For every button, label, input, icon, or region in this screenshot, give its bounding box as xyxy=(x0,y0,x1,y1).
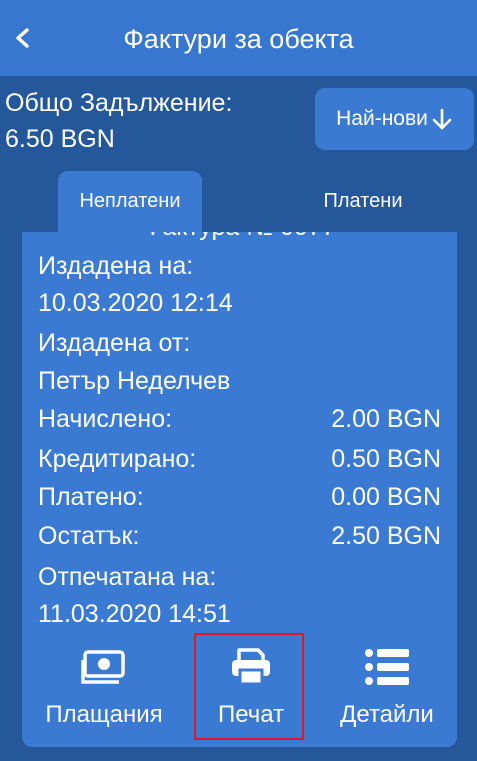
issued-on-value: 10.03.2020 12:14 xyxy=(38,289,233,317)
charged-label: Начислено: xyxy=(38,405,173,433)
invoice-title-partial: Фактура № 0077 xyxy=(22,232,457,242)
money-icon xyxy=(81,650,125,684)
remaining-value: 2.50 BGN xyxy=(331,522,441,550)
remaining-label: Остатък: xyxy=(38,522,140,550)
page-title: Фактури за обекта xyxy=(123,24,354,54)
issued-by-value: Петър Неделчев xyxy=(38,367,231,395)
selection-highlight xyxy=(194,633,304,740)
printed-on-value: 11.03.2020 14:51 xyxy=(38,600,231,628)
arrow-down-icon xyxy=(432,108,452,130)
paid-label: Платено: xyxy=(38,483,144,511)
payments-button[interactable]: Плащания xyxy=(32,636,176,732)
list-icon xyxy=(365,649,409,685)
details-button[interactable]: Детайли xyxy=(322,636,452,732)
charged-value: 2.00 BGN xyxy=(331,405,441,433)
paid-value: 0.00 BGN xyxy=(331,483,441,511)
app-header: Фактури за обекта xyxy=(0,0,477,76)
total-debt-label: Общо Задължение: xyxy=(5,89,233,117)
credited-label: Кредитирано: xyxy=(38,445,197,473)
payments-label: Плащания xyxy=(45,701,163,728)
total-debt-value: 6.50 BGN xyxy=(5,125,115,153)
tab-paid[interactable]: Платени xyxy=(296,171,430,232)
details-label: Детайли xyxy=(340,701,434,728)
printed-on-label: Отпечатана на: xyxy=(38,563,217,591)
sort-newest-button[interactable]: Най-нови xyxy=(315,88,474,150)
credited-value: 0.50 BGN xyxy=(331,445,441,473)
issued-by-label: Издадена от: xyxy=(38,329,191,357)
issued-on-label: Издадена на: xyxy=(38,252,194,280)
sort-label: Най-нови xyxy=(336,107,428,130)
tab-unpaid[interactable]: Неплатени xyxy=(58,171,202,232)
